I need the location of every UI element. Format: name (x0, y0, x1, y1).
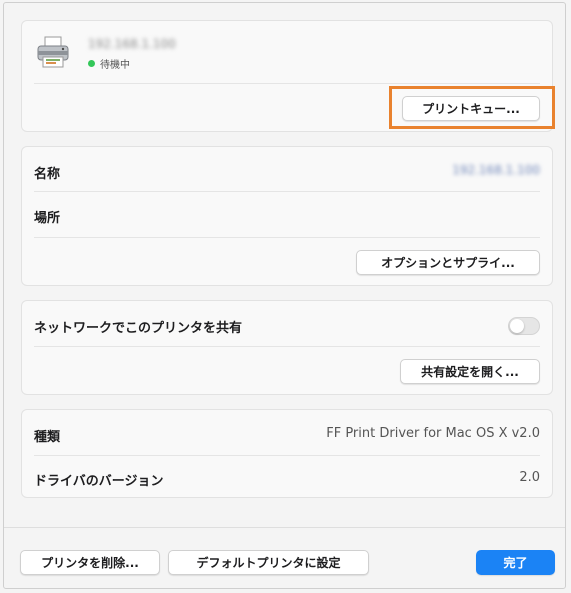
printer-status-text: 待機中 (100, 60, 130, 71)
open-sharing-settings-button[interactable]: 共有設定を開く... (400, 359, 540, 384)
driver-version-value: 2.0 (519, 470, 540, 485)
status-dot-icon (88, 60, 95, 67)
set-default-printer-button[interactable]: デフォルトプリンタに設定 (168, 550, 369, 575)
delete-printer-button[interactable]: プリンタを削除... (20, 550, 160, 575)
location-label: 場所 (34, 211, 61, 226)
printer-status: 待機中 (88, 56, 130, 71)
name-value: 192.168.1.100 (452, 163, 540, 177)
divider (34, 237, 540, 238)
divider (34, 191, 540, 192)
printer-icon (36, 35, 70, 69)
divider (34, 455, 540, 456)
toggle-knob (510, 319, 524, 333)
printer-details-card: 名称 192.168.1.100 場所 オプションとサプライ... (21, 146, 553, 286)
printer-header-card: 192.168.1.100 待機中 プリントキュー... (21, 20, 553, 132)
footer-divider (4, 527, 565, 528)
done-button[interactable]: 完了 (476, 550, 555, 575)
divider (34, 83, 540, 84)
print-queue-button[interactable]: プリントキュー... (402, 96, 540, 121)
options-supplies-button[interactable]: オプションとサプライ... (356, 250, 540, 275)
sharing-card: ネットワークでこのプリンタを共有 共有設定を開く... (21, 300, 553, 395)
share-printer-toggle[interactable] (508, 317, 540, 335)
kind-label: 種類 (34, 430, 61, 445)
driver-version-label: ドライバのバージョン (34, 474, 164, 489)
printer-name: 192.168.1.100 (88, 37, 176, 51)
name-label: 名称 (34, 167, 61, 182)
kind-value: FF Print Driver for Mac OS X v2.0 (326, 426, 540, 441)
driver-card: 種類 FF Print Driver for Mac OS X v2.0 ドライ… (21, 409, 553, 498)
share-printer-label: ネットワークでこのプリンタを共有 (34, 321, 243, 336)
divider (34, 346, 540, 347)
